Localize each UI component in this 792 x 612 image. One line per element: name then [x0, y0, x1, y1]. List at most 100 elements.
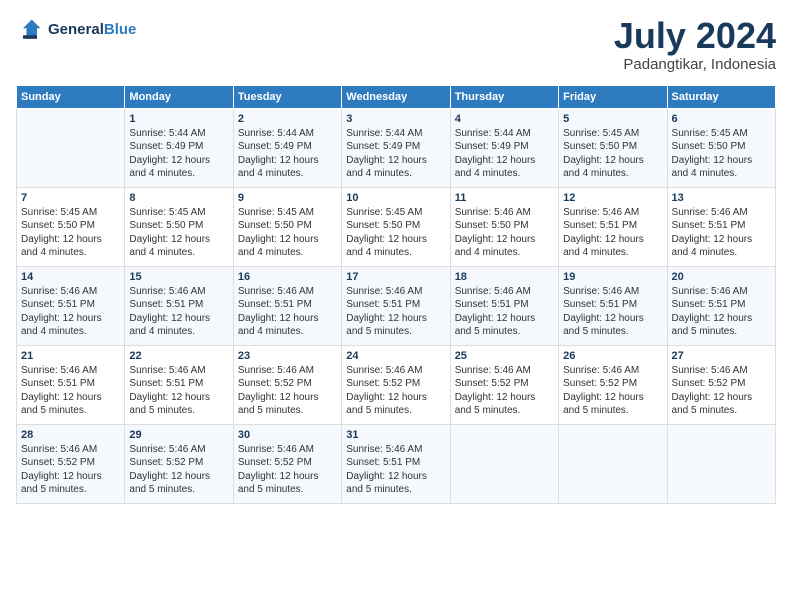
day-info: Sunrise: 5:46 AM Sunset: 5:52 PM Dayligh… [21, 443, 120, 497]
day-number: 30 [238, 429, 337, 441]
day-info: Sunrise: 5:45 AM Sunset: 5:50 PM Dayligh… [129, 206, 228, 260]
day-info: Sunrise: 5:44 AM Sunset: 5:49 PM Dayligh… [455, 127, 554, 181]
day-number: 20 [672, 271, 771, 283]
day-number: 17 [346, 271, 445, 283]
calendar-cell: 26 Sunrise: 5:46 AM Sunset: 5:52 PM Dayli… [559, 345, 667, 424]
day-number: 1 [129, 113, 228, 125]
day-number: 13 [672, 192, 771, 204]
page-header: GeneralBlue July 2024 Padangtikar, Indon… [16, 16, 776, 73]
calendar-cell: 1 Sunrise: 5:44 AM Sunset: 5:49 PM Daylig… [125, 108, 233, 187]
calendar-cell: 17 Sunrise: 5:46 AM Sunset: 5:51 PM Dayli… [342, 266, 450, 345]
day-info: Sunrise: 5:46 AM Sunset: 5:51 PM Dayligh… [563, 285, 662, 339]
day-number: 21 [21, 350, 120, 362]
day-number: 14 [21, 271, 120, 283]
calendar-cell: 22 Sunrise: 5:46 AM Sunset: 5:51 PM Dayli… [125, 345, 233, 424]
day-info: Sunrise: 5:46 AM Sunset: 5:51 PM Dayligh… [21, 285, 120, 339]
col-header-monday: Monday [125, 85, 233, 108]
day-number: 26 [563, 350, 662, 362]
calendar-table: SundayMondayTuesdayWednesdayThursdayFrid… [16, 85, 776, 504]
day-number: 23 [238, 350, 337, 362]
calendar-cell [667, 424, 775, 503]
calendar-cell: 6 Sunrise: 5:45 AM Sunset: 5:50 PM Daylig… [667, 108, 775, 187]
day-info: Sunrise: 5:46 AM Sunset: 5:52 PM Dayligh… [346, 364, 445, 418]
day-info: Sunrise: 5:46 AM Sunset: 5:51 PM Dayligh… [346, 285, 445, 339]
day-number: 25 [455, 350, 554, 362]
day-number: 3 [346, 113, 445, 125]
day-info: Sunrise: 5:46 AM Sunset: 5:52 PM Dayligh… [129, 443, 228, 497]
day-info: Sunrise: 5:46 AM Sunset: 5:51 PM Dayligh… [238, 285, 337, 339]
day-info: Sunrise: 5:45 AM Sunset: 5:50 PM Dayligh… [21, 206, 120, 260]
logo-icon [16, 16, 44, 44]
day-info: Sunrise: 5:44 AM Sunset: 5:49 PM Dayligh… [129, 127, 228, 181]
day-info: Sunrise: 5:46 AM Sunset: 5:51 PM Dayligh… [455, 285, 554, 339]
day-number: 31 [346, 429, 445, 441]
day-info: Sunrise: 5:46 AM Sunset: 5:52 PM Dayligh… [455, 364, 554, 418]
day-info: Sunrise: 5:44 AM Sunset: 5:49 PM Dayligh… [346, 127, 445, 181]
calendar-cell: 8 Sunrise: 5:45 AM Sunset: 5:50 PM Daylig… [125, 187, 233, 266]
day-number: 18 [455, 271, 554, 283]
day-number: 11 [455, 192, 554, 204]
calendar-cell: 25 Sunrise: 5:46 AM Sunset: 5:52 PM Dayli… [450, 345, 558, 424]
day-info: Sunrise: 5:44 AM Sunset: 5:49 PM Dayligh… [238, 127, 337, 181]
calendar-cell: 23 Sunrise: 5:46 AM Sunset: 5:52 PM Dayli… [233, 345, 341, 424]
day-number: 5 [563, 113, 662, 125]
day-number: 19 [563, 271, 662, 283]
calendar-cell: 19 Sunrise: 5:46 AM Sunset: 5:51 PM Dayli… [559, 266, 667, 345]
calendar-cell [559, 424, 667, 503]
calendar-cell [17, 108, 125, 187]
logo: GeneralBlue [16, 16, 136, 44]
calendar-cell: 21Sunrise: 5:46 AM Sunset: 5:51 PM Dayli… [17, 345, 125, 424]
day-number: 29 [129, 429, 228, 441]
day-number: 8 [129, 192, 228, 204]
calendar-cell: 5 Sunrise: 5:45 AM Sunset: 5:50 PM Daylig… [559, 108, 667, 187]
calendar-cell: 27 Sunrise: 5:46 AM Sunset: 5:52 PM Dayli… [667, 345, 775, 424]
day-number: 9 [238, 192, 337, 204]
calendar-cell: 13 Sunrise: 5:46 AM Sunset: 5:51 PM Dayli… [667, 187, 775, 266]
calendar-cell: 3 Sunrise: 5:44 AM Sunset: 5:49 PM Daylig… [342, 108, 450, 187]
day-number: 6 [672, 113, 771, 125]
calendar-cell: 29 Sunrise: 5:46 AM Sunset: 5:52 PM Dayli… [125, 424, 233, 503]
calendar-cell: 30 Sunrise: 5:46 AM Sunset: 5:52 PM Dayli… [233, 424, 341, 503]
day-info: Sunrise: 5:46 AM Sunset: 5:50 PM Dayligh… [455, 206, 554, 260]
calendar-cell: 4 Sunrise: 5:44 AM Sunset: 5:49 PM Daylig… [450, 108, 558, 187]
day-number: 16 [238, 271, 337, 283]
day-number: 24 [346, 350, 445, 362]
day-info: Sunrise: 5:46 AM Sunset: 5:51 PM Dayligh… [129, 285, 228, 339]
day-info: Sunrise: 5:46 AM Sunset: 5:52 PM Dayligh… [672, 364, 771, 418]
calendar-cell: 24 Sunrise: 5:46 AM Sunset: 5:52 PM Dayli… [342, 345, 450, 424]
day-number: 4 [455, 113, 554, 125]
day-info: Sunrise: 5:45 AM Sunset: 5:50 PM Dayligh… [238, 206, 337, 260]
calendar-cell: 10 Sunrise: 5:45 AM Sunset: 5:50 PM Dayli… [342, 187, 450, 266]
col-header-thursday: Thursday [450, 85, 558, 108]
day-info: Sunrise: 5:46 AM Sunset: 5:51 PM Dayligh… [672, 285, 771, 339]
day-info: Sunrise: 5:45 AM Sunset: 5:50 PM Dayligh… [346, 206, 445, 260]
day-info: Sunrise: 5:46 AM Sunset: 5:51 PM Dayligh… [129, 364, 228, 418]
month-title: July 2024 [614, 16, 776, 56]
day-info: Sunrise: 5:46 AM Sunset: 5:52 PM Dayligh… [238, 364, 337, 418]
location: Padangtikar, Indonesia [614, 56, 776, 73]
day-info: Sunrise: 5:46 AM Sunset: 5:51 PM Dayligh… [672, 206, 771, 260]
day-number: 2 [238, 113, 337, 125]
calendar-cell: 18 Sunrise: 5:46 AM Sunset: 5:51 PM Dayli… [450, 266, 558, 345]
title-block: July 2024 Padangtikar, Indonesia [614, 16, 776, 73]
day-info: Sunrise: 5:46 AM Sunset: 5:52 PM Dayligh… [563, 364, 662, 418]
calendar-cell: 16 Sunrise: 5:46 AM Sunset: 5:51 PM Dayli… [233, 266, 341, 345]
calendar-cell: 12Sunrise: 5:46 AM Sunset: 5:51 PM Dayli… [559, 187, 667, 266]
day-number: 10 [346, 192, 445, 204]
calendar-cell: 28 Sunrise: 5:46 AM Sunset: 5:52 PM Dayli… [17, 424, 125, 503]
day-number: 22 [129, 350, 228, 362]
col-header-tuesday: Tuesday [233, 85, 341, 108]
col-header-wednesday: Wednesday [342, 85, 450, 108]
day-info: Sunrise: 5:45 AM Sunset: 5:50 PM Dayligh… [672, 127, 771, 181]
calendar-cell: 9 Sunrise: 5:45 AM Sunset: 5:50 PM Daylig… [233, 187, 341, 266]
day-info: Sunrise: 5:46 AM Sunset: 5:52 PM Dayligh… [238, 443, 337, 497]
day-number: 27 [672, 350, 771, 362]
col-header-saturday: Saturday [667, 85, 775, 108]
col-header-friday: Friday [559, 85, 667, 108]
logo-text: GeneralBlue [48, 22, 136, 39]
day-number: 28 [21, 429, 120, 441]
day-info: Sunrise: 5:45 AM Sunset: 5:50 PM Dayligh… [563, 127, 662, 181]
calendar-cell: 7Sunrise: 5:45 AM Sunset: 5:50 PM Daylig… [17, 187, 125, 266]
calendar-cell: 11 Sunrise: 5:46 AM Sunset: 5:50 PM Dayli… [450, 187, 558, 266]
day-number: 15 [129, 271, 228, 283]
